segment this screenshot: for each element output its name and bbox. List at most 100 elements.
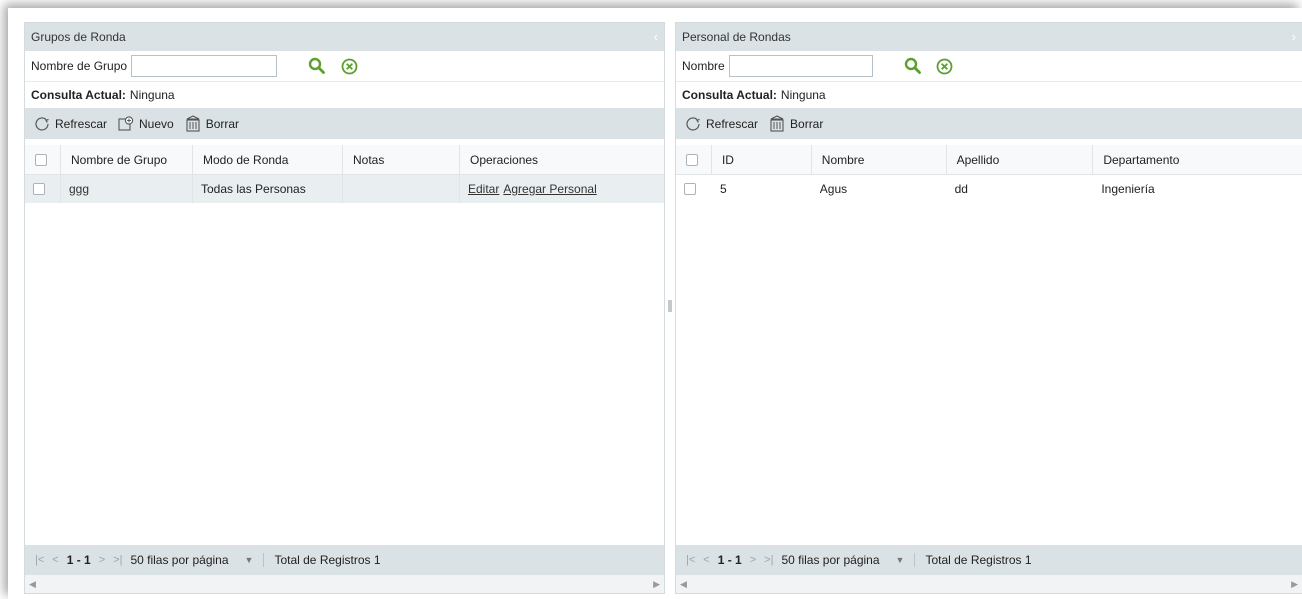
next-page-icon[interactable]: > [750,554,756,566]
round-personnel-panel: Personal de Rondas › Nombre Consulta Act… [675,22,1302,594]
horizontal-scrollbar[interactable]: ◀ ▶ [676,575,1302,593]
new-button[interactable]: Nuevo [117,115,174,132]
panel-header: Personal de Rondas › [676,23,1302,51]
table-row[interactable]: 5 Agus dd Ingeniería [676,175,1302,203]
select-all-checkbox[interactable] [35,153,47,166]
column-header[interactable]: Operaciones [460,145,664,174]
name-input[interactable] [728,55,873,77]
row-checkbox[interactable] [684,183,696,195]
round-groups-panel: Grupos de Ronda ‹ Nombre de Grupo Consul… [24,22,665,594]
page-range: 1 - 1 [66,553,91,567]
last-page-icon[interactable]: >| [113,554,122,566]
group-name-input[interactable] [131,55,278,77]
horizontal-scrollbar[interactable]: ◀ ▶ [25,575,664,593]
scroll-left-icon[interactable]: ◀ [680,579,687,590]
rows-per-page-select[interactable]: 50 filas por página ▼ [781,553,904,567]
search-icon[interactable] [903,56,923,76]
scroll-right-icon[interactable]: ▶ [1291,579,1298,590]
collapse-left-icon[interactable]: ‹ [654,29,658,44]
edit-link[interactable]: Editar [468,182,499,196]
chevron-down-icon: ▼ [895,555,905,565]
new-icon [118,115,134,131]
column-header[interactable]: Nombre [812,145,947,174]
delete-icon [770,115,784,132]
scroll-left-icon[interactable]: ◀ [29,579,36,590]
refresh-label: Refrescar [55,116,108,131]
department-cell: Ingeniería [1101,182,1155,196]
divider [914,553,916,567]
prev-page-icon[interactable]: < [703,554,709,566]
column-header[interactable]: Modo de Ronda [193,145,343,174]
pagination-bar: |< < 1 - 1 > >| 50 filas por página ▼ To… [25,545,664,575]
delete-label: Borrar [790,116,824,131]
query-value: Ninguna [129,88,175,102]
divider [263,553,265,567]
first-name-cell: Agus [819,182,848,196]
refresh-button[interactable]: Refrescar [33,116,107,132]
rows-per-page-value: 50 filas por página [781,553,880,567]
operations-cell: Editar Agregar Personal [460,175,664,203]
select-all-checkbox[interactable] [686,153,698,166]
prev-page-icon[interactable]: < [52,554,58,566]
row-checkbox-cell [25,175,61,203]
search-row: Nombre de Grupo [25,51,664,82]
search-label: Nombre de Grupo [31,59,128,73]
round-mode-cell: Todas las Personas [193,175,343,203]
table-body: 5 Agus dd Ingeniería [676,175,1302,525]
refresh-button[interactable]: Refrescar [684,116,758,132]
search-row: Nombre [676,51,1302,82]
table-header: ID Nombre Apellido Departamento [676,145,1302,175]
search-icon[interactable] [307,56,327,76]
column-header[interactable]: ID [712,145,812,174]
query-value: Ninguna [780,88,826,102]
query-label: Consulta Actual: [31,88,126,102]
refresh-icon [686,116,700,131]
toolbar: Refrescar Borrar [676,108,1302,139]
delete-icon [186,115,200,132]
notes-cell [343,175,460,203]
clear-icon[interactable] [339,56,359,76]
last-name-cell: dd [954,182,968,196]
panel-splitter[interactable] [668,300,672,312]
first-page-icon[interactable]: |< [35,554,44,566]
refresh-icon [35,116,49,131]
delete-button[interactable]: Borrar [768,115,823,132]
refresh-label: Refrescar [706,116,759,131]
panel-title: Grupos de Ronda [31,30,126,44]
id-cell: 5 [719,182,727,196]
panel-title: Personal de Rondas [682,30,791,44]
rows-per-page-select[interactable]: 50 filas por página ▼ [130,553,253,567]
select-all-cell [676,145,712,174]
group-name-link[interactable]: ggg [69,182,89,196]
column-header[interactable]: Nombre de Grupo [61,145,193,174]
current-query: Consulta Actual: Ninguna [25,82,664,108]
delete-button[interactable]: Borrar [184,115,239,132]
table-row[interactable]: ggg Todas las Personas Editar Agregar Pe… [25,175,664,203]
table-body: ggg Todas las Personas Editar Agregar Pe… [25,175,664,525]
clear-icon[interactable] [935,56,955,76]
column-header[interactable]: Notas [343,145,460,174]
page-range: 1 - 1 [717,553,742,567]
last-page-icon[interactable]: >| [764,554,773,566]
collapse-right-icon[interactable]: › [1292,29,1296,44]
column-header[interactable]: Departamento [1093,145,1302,174]
next-page-icon[interactable]: > [99,554,105,566]
row-checkbox[interactable] [33,183,45,195]
pagination-bar: |< < 1 - 1 > >| 50 filas por página ▼ To… [676,545,1302,575]
table-header: Nombre de Grupo Modo de Ronda Notas Oper… [25,145,664,175]
total-records: Total de Registros 1 [925,553,1032,567]
delete-label: Borrar [205,116,240,131]
current-query: Consulta Actual: Ninguna [676,82,1302,108]
query-label: Consulta Actual: [682,88,777,102]
total-records: Total de Registros 1 [274,553,381,567]
rows-per-page-value: 50 filas por página [130,553,229,567]
select-all-cell [25,145,61,174]
add-personnel-link[interactable]: Agregar Personal [503,182,596,196]
column-header[interactable]: Apellido [947,145,1094,174]
panel-header: Grupos de Ronda ‹ [25,23,664,51]
row-checkbox-cell [676,175,712,203]
scroll-right-icon[interactable]: ▶ [653,579,660,590]
chevron-down-icon: ▼ [244,555,254,565]
first-page-icon[interactable]: |< [686,554,695,566]
new-label: Nuevo [139,116,174,131]
